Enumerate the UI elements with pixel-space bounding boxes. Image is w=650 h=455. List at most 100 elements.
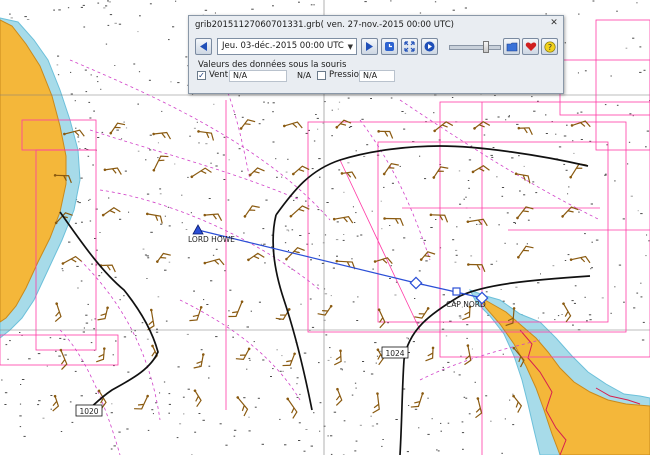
sounding-mark xyxy=(505,119,507,121)
sounding-mark xyxy=(370,415,372,417)
sounding-mark xyxy=(343,191,345,193)
sounding-mark xyxy=(407,338,409,340)
sounding-mark xyxy=(23,435,26,437)
sounding-mark xyxy=(9,340,11,342)
sounding-mark xyxy=(417,322,420,324)
time-slider[interactable] xyxy=(449,41,501,53)
sounding-mark xyxy=(127,371,130,373)
date-time-select[interactable]: Jeu. 03-déc.-2015 00:00 UTC ▼ xyxy=(217,38,357,55)
sounding-mark xyxy=(265,199,268,201)
sounding-mark xyxy=(605,173,607,175)
sounding-mark xyxy=(498,224,500,226)
sounding-mark xyxy=(512,393,514,395)
sounding-mark xyxy=(296,383,298,385)
sounding-mark xyxy=(447,361,450,363)
sounding-mark xyxy=(152,413,154,415)
sounding-mark xyxy=(147,257,150,259)
sounding-mark xyxy=(89,198,91,200)
sounding-mark xyxy=(351,394,354,396)
sounding-mark xyxy=(110,448,113,450)
sounding-mark xyxy=(107,0,109,2)
sounding-mark xyxy=(83,327,85,329)
sounding-mark xyxy=(5,344,8,346)
waypoint-label-lord-howe: LORD HOWE xyxy=(188,235,235,244)
next-time-button[interactable] xyxy=(361,38,378,55)
sounding-mark xyxy=(208,198,211,199)
sounding-mark xyxy=(404,112,407,114)
sounding-mark xyxy=(361,118,364,120)
sounding-mark xyxy=(204,9,208,11)
sounding-mark xyxy=(589,319,592,321)
sounding-mark xyxy=(112,354,114,356)
time-slider-knob[interactable] xyxy=(483,41,489,53)
sounding-mark xyxy=(227,199,230,201)
sounding-mark xyxy=(610,75,612,77)
sounding-mark xyxy=(80,6,83,8)
sounding-mark xyxy=(91,319,93,321)
sounding-mark xyxy=(84,69,87,71)
sounding-mark xyxy=(285,171,288,173)
sounding-mark xyxy=(463,198,465,200)
pressure-checkbox[interactable] xyxy=(317,71,326,80)
wind-checkbox[interactable]: ✓ xyxy=(197,71,206,80)
sounding-mark xyxy=(56,64,59,66)
sounding-mark xyxy=(356,235,359,237)
sounding-mark xyxy=(604,104,607,106)
sounding-mark xyxy=(57,74,60,76)
sounding-mark xyxy=(291,229,294,231)
sounding-mark xyxy=(311,243,313,245)
sounding-mark xyxy=(313,140,316,142)
sounding-mark xyxy=(185,229,188,230)
sounding-mark xyxy=(375,362,377,364)
sounding-mark xyxy=(228,159,230,161)
sounding-mark xyxy=(194,431,197,433)
open-file-button[interactable] xyxy=(503,38,520,55)
sounding-mark xyxy=(554,319,556,321)
sounding-mark xyxy=(643,69,646,71)
sounding-mark xyxy=(151,409,154,411)
sounding-mark xyxy=(349,126,353,127)
sounding-mark xyxy=(97,81,99,83)
sounding-mark xyxy=(74,100,76,102)
sounding-mark xyxy=(165,320,168,322)
play-button[interactable] xyxy=(421,38,438,55)
sounding-mark xyxy=(381,228,383,230)
sounding-mark xyxy=(363,370,365,372)
sounding-mark xyxy=(187,176,189,178)
sounding-mark xyxy=(101,131,104,133)
sounding-mark xyxy=(573,152,575,154)
sounding-mark xyxy=(390,0,392,2)
sounding-mark xyxy=(324,234,327,236)
wind-label: Vent xyxy=(209,70,229,80)
close-icon[interactable]: ✕ xyxy=(548,18,560,29)
sounding-mark xyxy=(414,298,416,299)
sounding-mark xyxy=(123,295,125,297)
sounding-mark xyxy=(614,180,616,182)
sounding-mark xyxy=(648,240,650,242)
sounding-mark xyxy=(359,424,362,426)
sounding-mark xyxy=(646,130,650,132)
sounding-mark xyxy=(465,397,468,399)
sounding-mark xyxy=(198,142,200,144)
sounding-mark xyxy=(272,102,275,104)
sounding-mark xyxy=(248,430,251,432)
grib-data-panel[interactable]: grib20151127060701331.grb( ven. 27-nov.-… xyxy=(188,15,564,94)
zoom-to-grib-button[interactable] xyxy=(401,38,418,55)
sounding-mark xyxy=(287,158,289,160)
sounding-mark xyxy=(250,310,252,312)
sounding-mark xyxy=(355,150,357,152)
sounding-mark xyxy=(391,182,394,184)
sounding-mark xyxy=(508,115,510,117)
settings-button[interactable] xyxy=(522,38,539,55)
sounding-mark xyxy=(341,369,343,371)
sounding-mark xyxy=(516,243,518,245)
sounding-mark xyxy=(262,359,265,361)
now-button[interactable] xyxy=(381,38,398,55)
sounding-mark xyxy=(616,104,619,106)
help-button[interactable]: ? xyxy=(541,38,558,55)
previous-time-button[interactable] xyxy=(195,38,212,55)
sounding-mark xyxy=(279,370,282,372)
sounding-mark xyxy=(174,163,176,165)
sounding-mark xyxy=(88,199,90,201)
sounding-mark xyxy=(89,220,92,222)
